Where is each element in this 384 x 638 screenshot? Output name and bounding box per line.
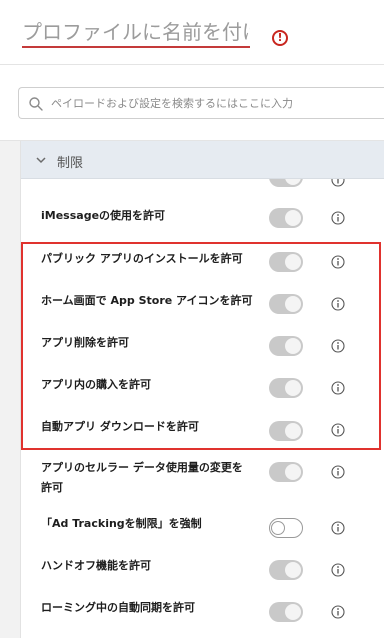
info-icon[interactable] [331,521,345,535]
list-item: 「Ad Trackingを制限」を強制 [21,513,384,543]
profile-name-input[interactable] [22,18,250,48]
toggle-in-app-purchase[interactable] [269,378,303,398]
sidebar-strip [0,141,21,638]
info-icon[interactable] [331,465,345,479]
error-icon: ! [272,30,288,46]
toggle-imessage[interactable] [269,208,303,228]
info-icon[interactable] [331,563,345,577]
search-icon [29,97,43,111]
row-label-line2: 許可 [41,481,63,494]
toggle-roaming-auto-sync[interactable] [269,602,303,622]
row-label: 自動アプリ ダウンロードを許可 [41,420,199,433]
info-icon[interactable] [331,381,345,395]
row-label: アプリ削除を許可 [41,336,129,349]
info-icon[interactable] [331,297,345,311]
toggle-public-app-install[interactable] [269,252,303,272]
chevron-down-icon [36,157,46,164]
list-item: iMessageの使用を許可 [21,203,384,233]
toggle[interactable] [269,179,303,187]
list-item: ホーム画面で App Store アイコンを許可 [21,290,384,320]
row-label: ホーム画面で App Store アイコンを許可 [41,294,253,307]
row-label: ローミング中の自動同期を許可 [41,601,195,614]
info-icon[interactable] [331,605,345,619]
section-header-restrictions[interactable]: 制限 [21,141,384,179]
info-icon[interactable] [331,179,345,187]
row-label: アプリ内の購入を許可 [41,378,151,391]
list-item: ハンドオフ機能を許可 [21,556,384,586]
section-title: 制限 [57,156,84,171]
toggle-force-ad-tracking[interactable] [269,518,303,538]
toggle-app-removal[interactable] [269,336,303,356]
row-label: パブリック アプリのインストールを許可 [41,252,243,265]
toggle-cellular-data-change[interactable] [269,462,303,482]
header-divider [0,64,384,65]
info-icon[interactable] [331,211,345,225]
row-label: ハンドオフ機能を許可 [41,559,151,572]
info-icon[interactable] [331,339,345,353]
list-item-partial [21,179,384,187]
toggle-app-store-icon[interactable] [269,294,303,314]
info-icon[interactable] [331,423,345,437]
list-item: パブリック アプリのインストールを許可 [21,248,384,278]
toggle-auto-app-download[interactable] [269,421,303,441]
list-item: アプリのセルラー データ使用量の変更を 許可 [21,458,384,498]
row-label-line1: アプリのセルラー データ使用量の変更を [41,461,243,474]
list-item: 自動アプリ ダウンロードを許可 [21,416,384,446]
info-icon[interactable] [331,255,345,269]
list-item: ローミング中の自動同期を許可 [21,597,384,627]
row-label: iMessageの使用を許可 [41,209,166,222]
search-input[interactable] [51,88,381,118]
list-item: アプリ削除を許可 [21,332,384,362]
list-item: アプリ内の購入を許可 [21,374,384,404]
toggle-handoff[interactable] [269,560,303,580]
search-box[interactable] [18,87,384,119]
row-label: 「Ad Trackingを制限」を強制 [41,517,202,530]
